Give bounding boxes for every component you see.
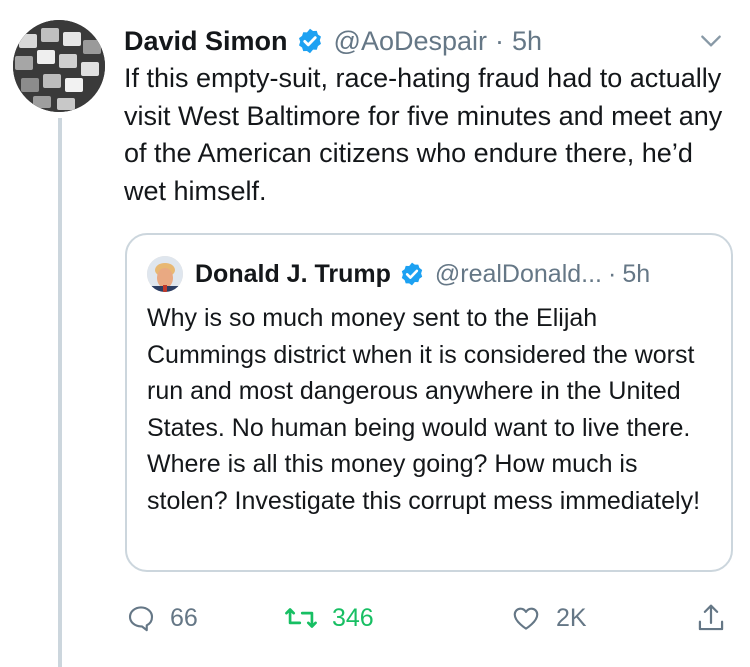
tweet-header: David Simon @AoDespair · 5h (124, 22, 724, 60)
author-avatar[interactable] (13, 20, 105, 112)
chevron-down-icon[interactable] (698, 28, 724, 54)
author-name[interactable]: David Simon (124, 26, 288, 57)
verified-badge-icon (296, 27, 324, 55)
reply-count: 66 (170, 603, 198, 632)
quoted-tweet-text: Why is so much money sent to the Elijah … (147, 304, 701, 515)
tweet: David Simon @AoDespair · 5h If this empt… (0, 0, 750, 667)
quoted-author-handle: @realDonald... (434, 259, 602, 288)
action-bar: 66 346 2K (122, 598, 732, 638)
tweet-text: If this empty-suit, race-hating fraud ha… (124, 63, 723, 206)
timestamp[interactable]: 5h (512, 26, 542, 57)
quoted-author-name: Donald J. Trump (195, 259, 391, 288)
retweet-count: 346 (332, 603, 374, 632)
like-icon (513, 607, 539, 630)
quoted-timestamp: 5h (622, 259, 651, 288)
separator-dot: · (495, 25, 505, 56)
share-icon (698, 604, 724, 631)
verified-badge-icon (399, 261, 425, 287)
retweet-icon (285, 608, 317, 628)
separator-dot: · (608, 259, 617, 288)
reply-button[interactable]: 66 (126, 598, 198, 638)
reply-icon (128, 606, 154, 632)
like-count: 2K (556, 603, 587, 632)
like-button[interactable]: 2K (510, 598, 587, 638)
retweet-button[interactable]: 346 (284, 598, 374, 638)
share-button[interactable] (696, 598, 726, 638)
author-handle[interactable]: @AoDespair (334, 26, 487, 57)
quoted-tweet-header: Donald J. Trump @realDonald... · 5h (147, 255, 717, 293)
quoted-author-avatar (147, 256, 183, 292)
quoted-tweet[interactable]: Donald J. Trump @realDonald... · 5h Why … (125, 233, 733, 572)
thread-line (58, 118, 62, 667)
